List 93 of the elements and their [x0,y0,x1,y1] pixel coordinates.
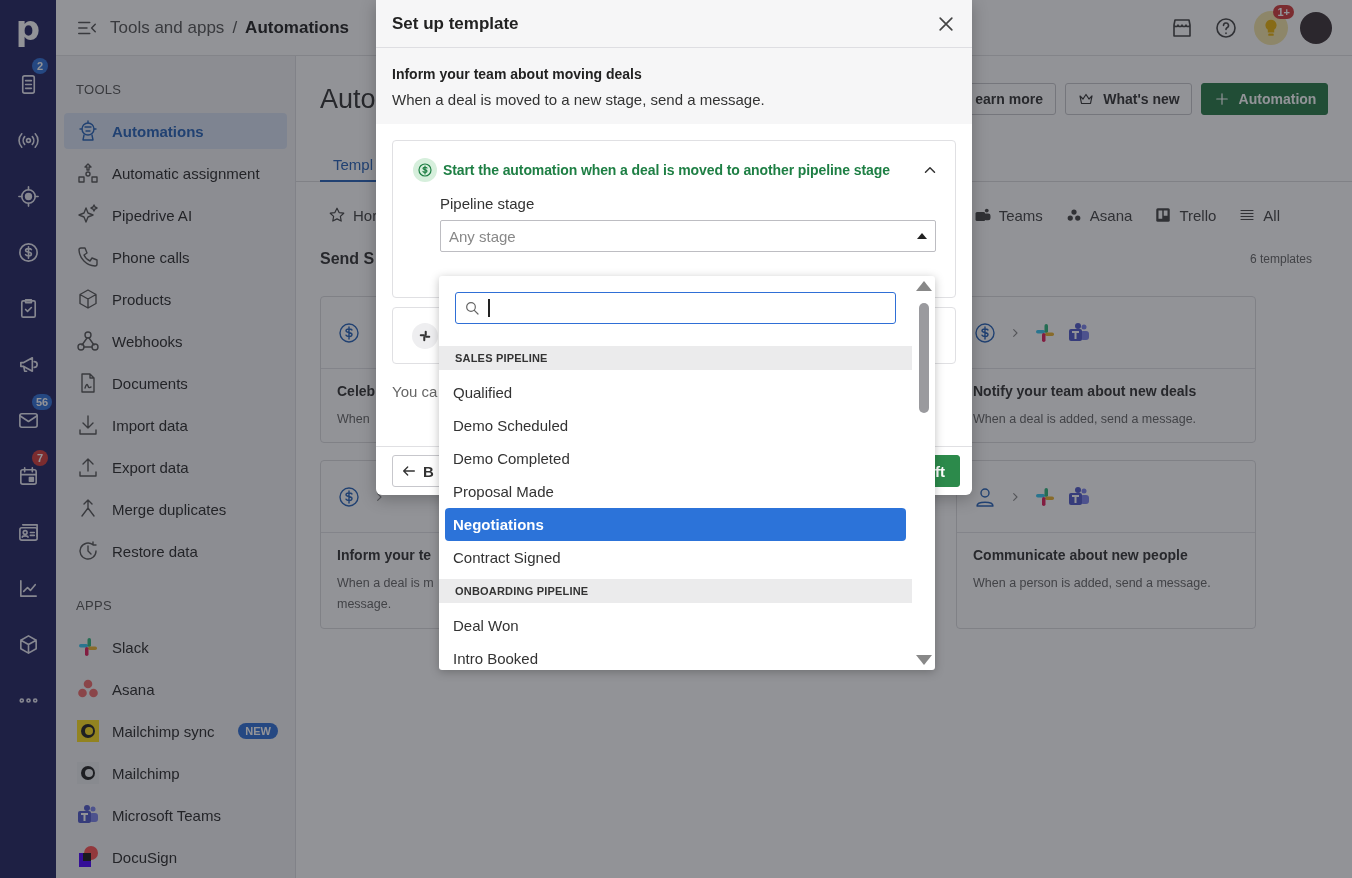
slack-icon [418,328,432,343]
dropdown-option[interactable]: Qualified [445,376,906,409]
sidebar-item[interactable]: Slack [64,629,287,665]
trello-icon [1154,206,1173,224]
dropdown-option[interactable]: Demo Scheduled [445,409,906,442]
breadcrumb-link[interactable]: Tools and apps [110,17,225,38]
page-title: Automations [245,17,349,38]
sidebar-item[interactable]: Mailchimp sync NEW [64,713,287,749]
sidebar-item[interactable]: Automations [64,113,287,149]
caret-icon [917,233,927,239]
breadcrumb-separator: / [232,17,238,38]
dialog-title: Set up template [392,13,519,34]
download-icon [76,413,100,437]
section-heading: TOOLS [75,82,123,98]
count-badge: 56 [32,394,53,410]
sidebar-item[interactable]: Export data [64,449,287,485]
section-heading: Send S [320,250,375,268]
filter-link[interactable]: Hor [328,202,378,228]
docusign-icon [76,845,100,869]
logo-mark[interactable]: p [15,11,41,45]
scroll-up-arrow[interactable] [916,281,932,291]
slack-icon [76,635,100,659]
phone-icon [76,245,100,269]
card-title: Inform your te [337,547,432,563]
dollar-icon [337,320,361,345]
card-title: Celeb [337,383,376,399]
template-description: When a deal is moved to a new stage, send a message. [392,91,766,108]
notification-badge: 1+ [1273,4,1294,19]
search-icon [464,300,480,316]
sidebar-item[interactable]: Merge duplicates [64,491,287,527]
dollar-icon [337,484,361,509]
sidebar-item[interactable]: Restore data [64,533,287,569]
create-automation-button[interactable]: Automation [1201,83,1328,115]
field-label: Pipeline stage [440,195,536,212]
new-badge: NEW [238,723,278,739]
count-badge: 7 [32,450,48,466]
search-field[interactable] [455,292,896,324]
mailchimp-icon [76,719,100,743]
teams-icon [973,206,992,224]
star-icon [328,206,346,224]
sidebar-item[interactable]: Automatic assignment [64,155,287,191]
template-card[interactable]: Communicate about new people When a person is added, send a message. [956,460,1256,629]
target-icon[interactable] [16,184,40,208]
card-title: Communicate about new people [973,547,1188,563]
sidebar-item[interactable]: Import data [64,407,287,443]
sidebar-item[interactable]: Pipedrive AI [64,197,287,233]
sidebar-item[interactable]: Microsoft Teams [64,797,287,833]
card-description: message. [337,596,392,613]
nodes-icon [76,161,100,185]
upload-icon [76,455,100,479]
scrollbar-thumb[interactable] [919,303,929,413]
filter-link[interactable]: Trello [1154,202,1217,228]
sidebar-item[interactable]: Webhooks [64,323,287,359]
sidebar-item[interactable]: Mailchimp [64,755,287,791]
info-text: You ca [392,383,439,400]
section-heading: APPS [75,598,113,614]
webhook-icon [76,329,100,353]
scroll-down-arrow[interactable] [916,655,932,665]
arrow-left-icon [401,463,417,479]
card-description: When a deal is added, send a message. [973,411,1197,428]
card-description: When a person is added, send a message. [973,575,1211,592]
sidebar-item[interactable]: Phone calls [64,239,287,275]
dropdown-option[interactable]: Negotiations [445,508,906,541]
dollar-icon [973,320,997,345]
template-count: 6 templates [1249,252,1312,266]
box-icon [76,287,100,311]
sidebar-item[interactable]: Documents [64,365,287,401]
group-header: SALES PIPELINE [439,346,912,370]
trigger-title: Start the automation when a deal is moved to another pipeline stage [443,162,891,178]
sidebar-item[interactable]: DocuSign [64,839,287,875]
dollar-icon[interactable] [16,240,40,264]
group-header: ONBOARDING PIPELINE [439,579,912,603]
whats-new-button[interactable]: What's new [1065,83,1192,115]
filter-link[interactable]: Asana [1064,202,1133,228]
filter-link[interactable]: All [1238,202,1280,228]
notifications-button[interactable] [1254,10,1288,45]
stage-select[interactable]: Any stage [440,220,936,252]
restore-icon [76,539,100,563]
sidebar-item[interactable]: Asana [64,671,287,707]
count-badge: 2 [32,58,48,74]
page-heading: Auto [320,83,376,115]
card-description: When [337,411,370,428]
card-description: When a deal is m [337,575,434,592]
template-heading: Inform your team about moving deals [392,66,643,82]
card-title: Notify your team about new deals [973,383,1197,399]
dropdown-option[interactable]: Deal Won [445,609,906,642]
dropdown-option[interactable]: Contract Signed [445,541,906,574]
filter-link[interactable]: Teams [973,202,1043,228]
sidebar-item[interactable]: Products [64,281,287,317]
help-icon[interactable] [1214,15,1238,40]
robot-icon [76,119,100,143]
user-avatar[interactable] [1300,11,1332,44]
dropdown-option[interactable]: Intro Booked [445,642,906,670]
